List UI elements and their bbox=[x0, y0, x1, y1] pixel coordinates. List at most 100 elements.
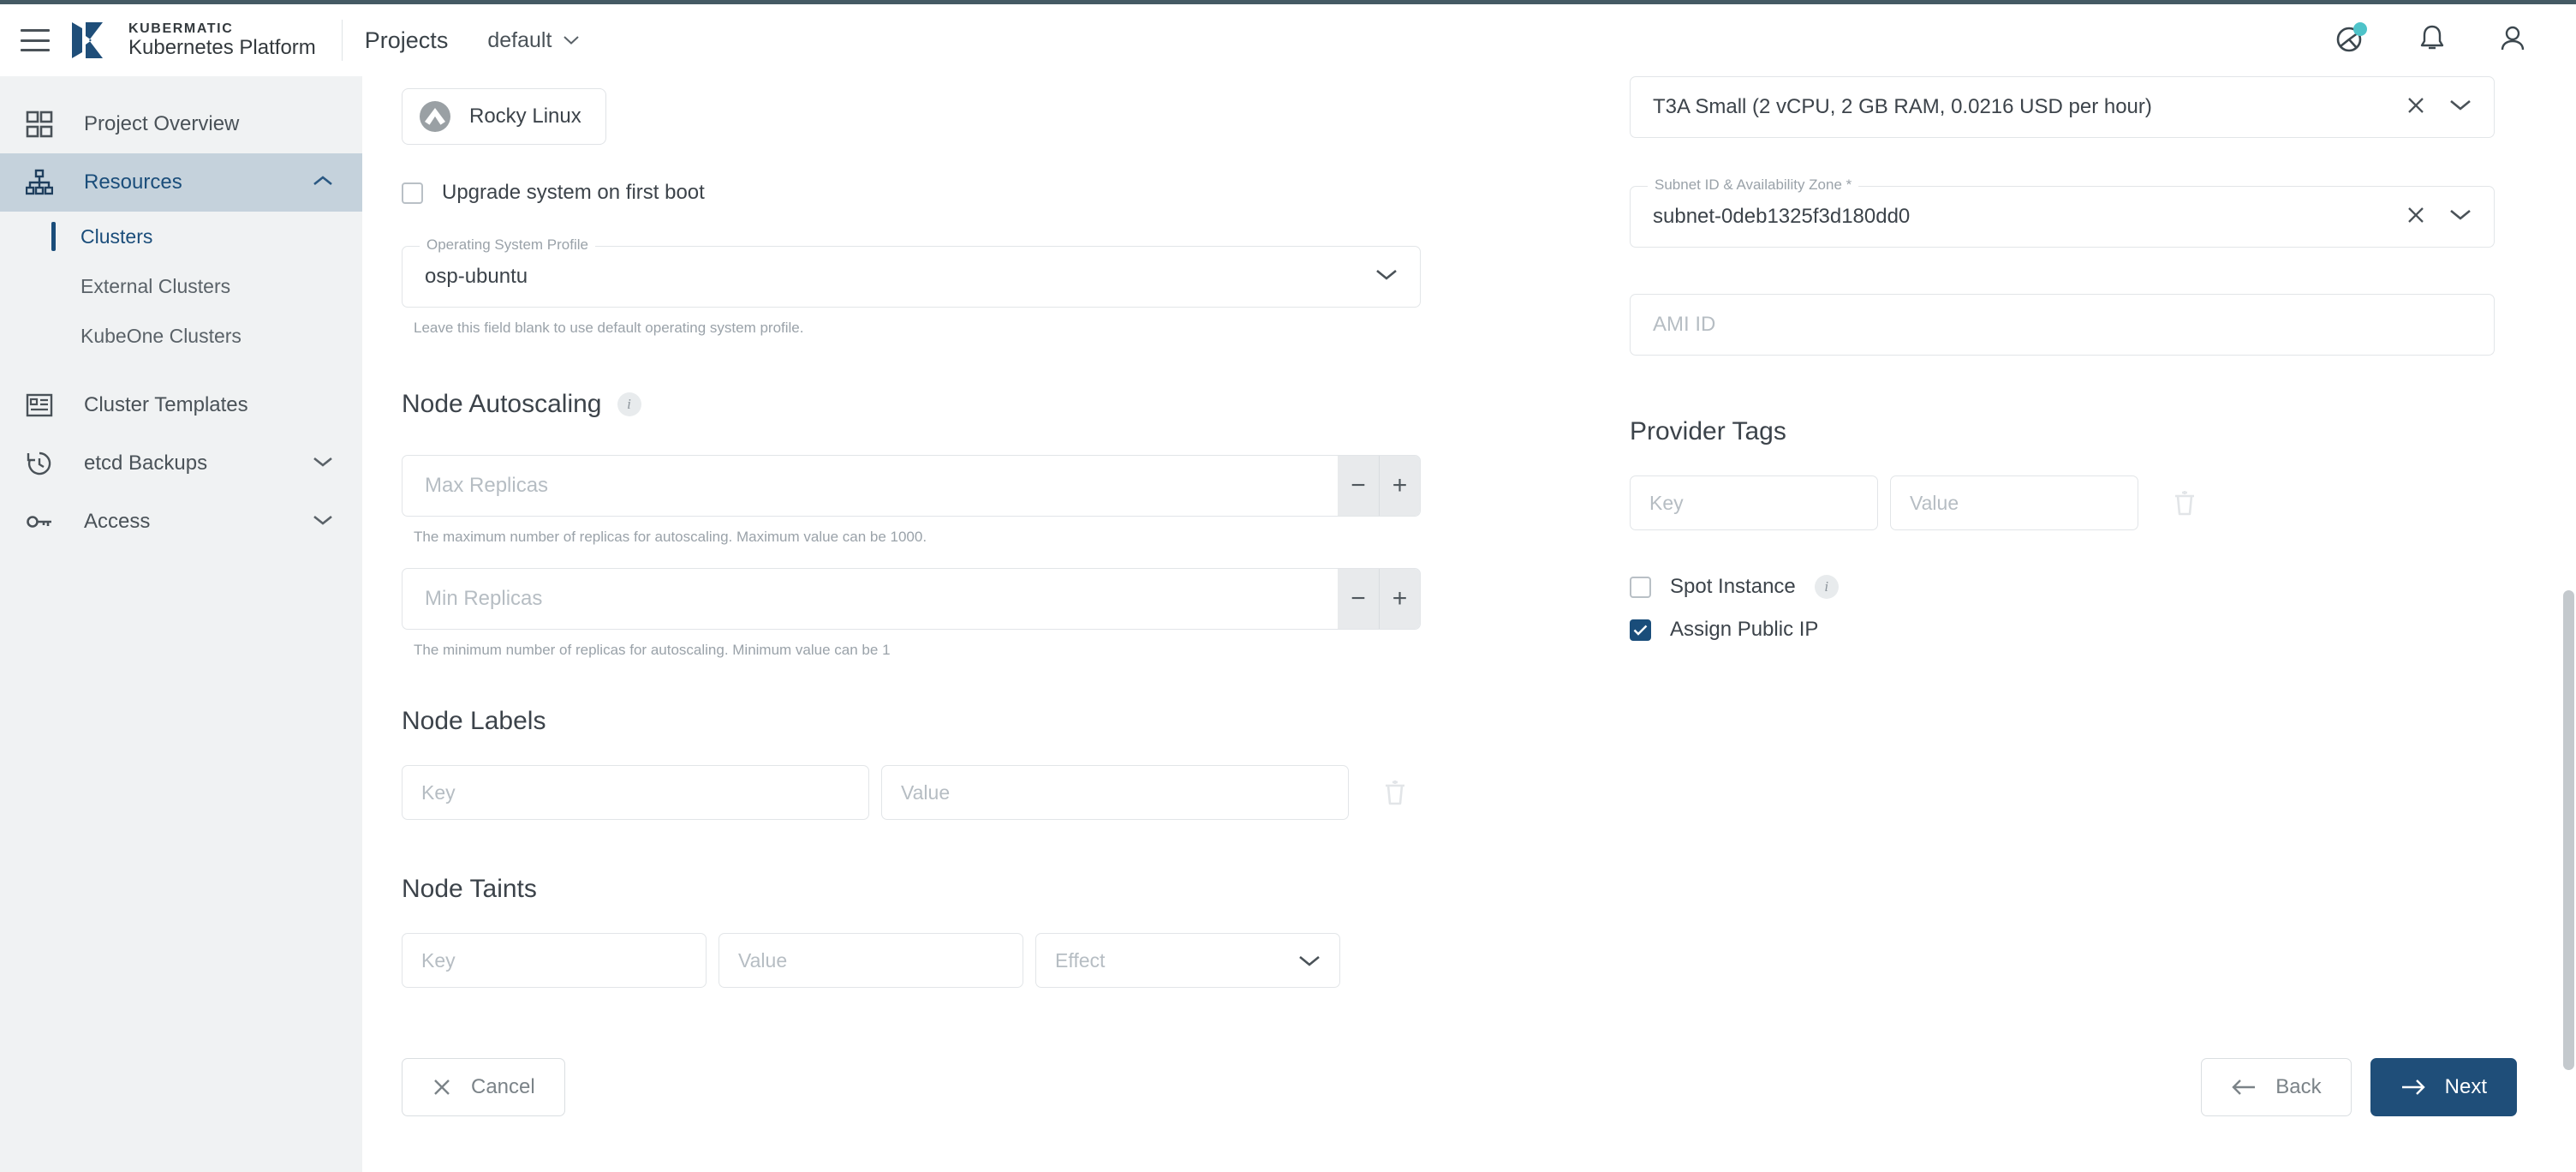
help-globe-icon[interactable] bbox=[2334, 21, 2367, 58]
sidebar-item-resources[interactable]: Resources bbox=[0, 153, 362, 212]
provider-tags-row: Key Value bbox=[1630, 475, 2495, 530]
chevron-down-icon bbox=[564, 36, 580, 45]
sidebar-item-label: Resources bbox=[84, 170, 182, 194]
max-replicas-input[interactable]: Max Replicas bbox=[402, 474, 548, 498]
field-value: osp-ubuntu bbox=[425, 265, 528, 288]
close-x-icon bbox=[434, 1079, 450, 1095]
brand-title-bottom: Kubernetes Platform bbox=[128, 35, 316, 59]
user-account-icon[interactable] bbox=[2499, 24, 2526, 57]
back-button[interactable]: Back bbox=[2201, 1058, 2352, 1116]
trash-delete-icon[interactable] bbox=[1371, 768, 1419, 816]
sidebar-item-kubeone-clusters[interactable]: KubeOne Clusters bbox=[0, 311, 362, 361]
kubermatic-logo-icon bbox=[72, 22, 103, 58]
input-placeholder: AMI ID bbox=[1653, 313, 1716, 336]
sidebar-item-cluster-templates[interactable]: Cluster Templates bbox=[0, 376, 362, 434]
help-badge-dot bbox=[2353, 21, 2367, 36]
node-labels-heading: Node Labels bbox=[402, 707, 1421, 736]
max-replicas-increment-button[interactable]: + bbox=[1379, 456, 1420, 516]
bell-icon[interactable] bbox=[2418, 24, 2446, 57]
node-taint-value-input[interactable]: Value bbox=[719, 933, 1023, 988]
brand-text: KUBERMATIC Kubernetes Platform bbox=[128, 21, 316, 58]
field-legend: Operating System Profile bbox=[420, 236, 595, 254]
subnet-availability-zone-select[interactable]: Subnet ID & Availability Zone * subnet-0… bbox=[1630, 176, 2495, 248]
provider-tag-key-input[interactable]: Key bbox=[1630, 475, 1878, 530]
breadcrumb-projects[interactable]: Projects bbox=[365, 27, 449, 54]
sidebar-item-label: Access bbox=[84, 510, 151, 533]
chevron-up-icon[interactable] bbox=[313, 175, 333, 191]
input-placeholder: Key bbox=[421, 780, 456, 804]
os-option-rocky-linux[interactable]: Rocky Linux bbox=[402, 88, 606, 145]
info-icon[interactable]: i bbox=[1814, 575, 1839, 599]
node-label-value-input[interactable]: Value bbox=[881, 765, 1349, 820]
cluster-wizard-content: Rocky Linux Upgrade system on first boot… bbox=[362, 76, 2555, 1172]
sidebar-item-external-clusters[interactable]: External Clusters bbox=[0, 261, 362, 311]
clear-x-icon[interactable] bbox=[2406, 96, 2425, 119]
sidebar-item-access[interactable]: Access bbox=[0, 493, 362, 551]
brand-logo[interactable]: KUBERMATIC Kubernetes Platform bbox=[69, 19, 316, 62]
header-divider bbox=[341, 20, 343, 61]
sidebar-item-label: etcd Backups bbox=[84, 451, 208, 475]
min-replicas-increment-button[interactable]: + bbox=[1379, 569, 1420, 629]
sidebar-subitem-label: External Clusters bbox=[80, 274, 231, 297]
stepper-buttons: − + bbox=[1338, 456, 1420, 516]
sidebar-item-etcd-backups[interactable]: etcd Backups bbox=[0, 434, 362, 493]
checkbox-box bbox=[1630, 619, 1651, 641]
node-label-key-input[interactable]: Key bbox=[402, 765, 869, 820]
chevron-down-icon[interactable] bbox=[313, 456, 333, 472]
brand-title-top: KUBERMATIC bbox=[128, 21, 234, 37]
next-button[interactable]: Next bbox=[2370, 1058, 2517, 1116]
project-selector[interactable]: default bbox=[487, 28, 580, 53]
checkbox-label: Upgrade system on first boot bbox=[442, 181, 705, 204]
next-button-label: Next bbox=[2444, 1075, 2487, 1098]
max-replicas-stepper[interactable]: Max Replicas − + bbox=[402, 455, 1421, 517]
node-taint-key-input[interactable]: Key bbox=[402, 933, 707, 988]
stepper-buttons: − + bbox=[1338, 569, 1420, 629]
sidebar-item-label: Cluster Templates bbox=[84, 393, 248, 416]
cancel-button[interactable]: Cancel bbox=[402, 1058, 565, 1116]
instance-type-select[interactable]: T3A Small (2 vCPU, 2 GB RAM, 0.0216 USD … bbox=[1630, 76, 2495, 138]
chevron-down-icon[interactable] bbox=[313, 514, 333, 530]
node-taint-effect-select[interactable]: Effect bbox=[1035, 933, 1340, 988]
arrow-left-icon bbox=[2232, 1079, 2256, 1095]
form-column-left: Rocky Linux Upgrade system on first boot… bbox=[402, 76, 1421, 988]
wizard-footer: Cancel Back Next bbox=[402, 1058, 2517, 1116]
form-column-right: T3A Small (2 vCPU, 2 GB RAM, 0.0216 USD … bbox=[1630, 76, 2495, 642]
chevron-down-icon[interactable] bbox=[1298, 954, 1339, 967]
hamburger-menu-icon[interactable] bbox=[21, 29, 50, 51]
max-replicas-decrement-button[interactable]: − bbox=[1338, 456, 1379, 516]
info-icon[interactable]: i bbox=[617, 392, 641, 416]
key-icon bbox=[22, 505, 57, 539]
section-title: Node Taints bbox=[402, 875, 537, 903]
min-replicas-hint: The minimum number of replicas for autos… bbox=[414, 642, 891, 658]
assign-public-ip-checkbox[interactable]: Assign Public IP bbox=[1630, 618, 2495, 642]
select-placeholder: Effect bbox=[1055, 948, 1106, 972]
provider-tag-value-input[interactable]: Value bbox=[1890, 475, 2138, 530]
chevron-down-icon[interactable] bbox=[2449, 99, 2472, 116]
section-title: Node Autoscaling bbox=[402, 390, 602, 418]
min-replicas-input[interactable]: Min Replicas bbox=[402, 587, 542, 611]
sidebar-navigation: Project Overview Resources Clusters Exte… bbox=[0, 76, 362, 1172]
operating-system-profile-select[interactable]: Operating System Profile osp-ubuntu bbox=[402, 236, 1421, 308]
min-replicas-decrement-button[interactable]: − bbox=[1338, 569, 1379, 629]
grid-dashboard-icon bbox=[22, 107, 57, 141]
trash-delete-icon[interactable] bbox=[2161, 479, 2209, 527]
min-replicas-stepper[interactable]: Min Replicas − + bbox=[402, 568, 1421, 630]
clear-x-icon[interactable] bbox=[2406, 206, 2425, 229]
chevron-down-icon[interactable] bbox=[1375, 268, 1398, 285]
back-button-label: Back bbox=[2275, 1075, 2322, 1098]
input-placeholder: Value bbox=[1910, 491, 1959, 514]
upgrade-on-first-boot-checkbox[interactable]: Upgrade system on first boot bbox=[402, 181, 1421, 205]
ami-id-input[interactable]: AMI ID bbox=[1630, 294, 2495, 356]
checkbox-label: Assign Public IP bbox=[1670, 618, 1819, 641]
sidebar-item-clusters[interactable]: Clusters bbox=[0, 212, 362, 261]
content-scrollbar[interactable] bbox=[2555, 76, 2576, 1172]
sidebar-item-project-overview[interactable]: Project Overview bbox=[0, 95, 362, 153]
spot-instance-checkbox[interactable]: Spot Instance i bbox=[1630, 575, 2495, 599]
footer-right-actions: Back Next bbox=[2201, 1058, 2517, 1116]
field-actions bbox=[2406, 206, 2494, 229]
node-taints-row: Key Value Effect bbox=[402, 933, 1421, 988]
field-value: subnet-0deb1325f3d180dd0 bbox=[1653, 205, 1911, 228]
scrollbar-thumb[interactable] bbox=[2563, 590, 2574, 1070]
chevron-down-icon[interactable] bbox=[2449, 208, 2472, 225]
